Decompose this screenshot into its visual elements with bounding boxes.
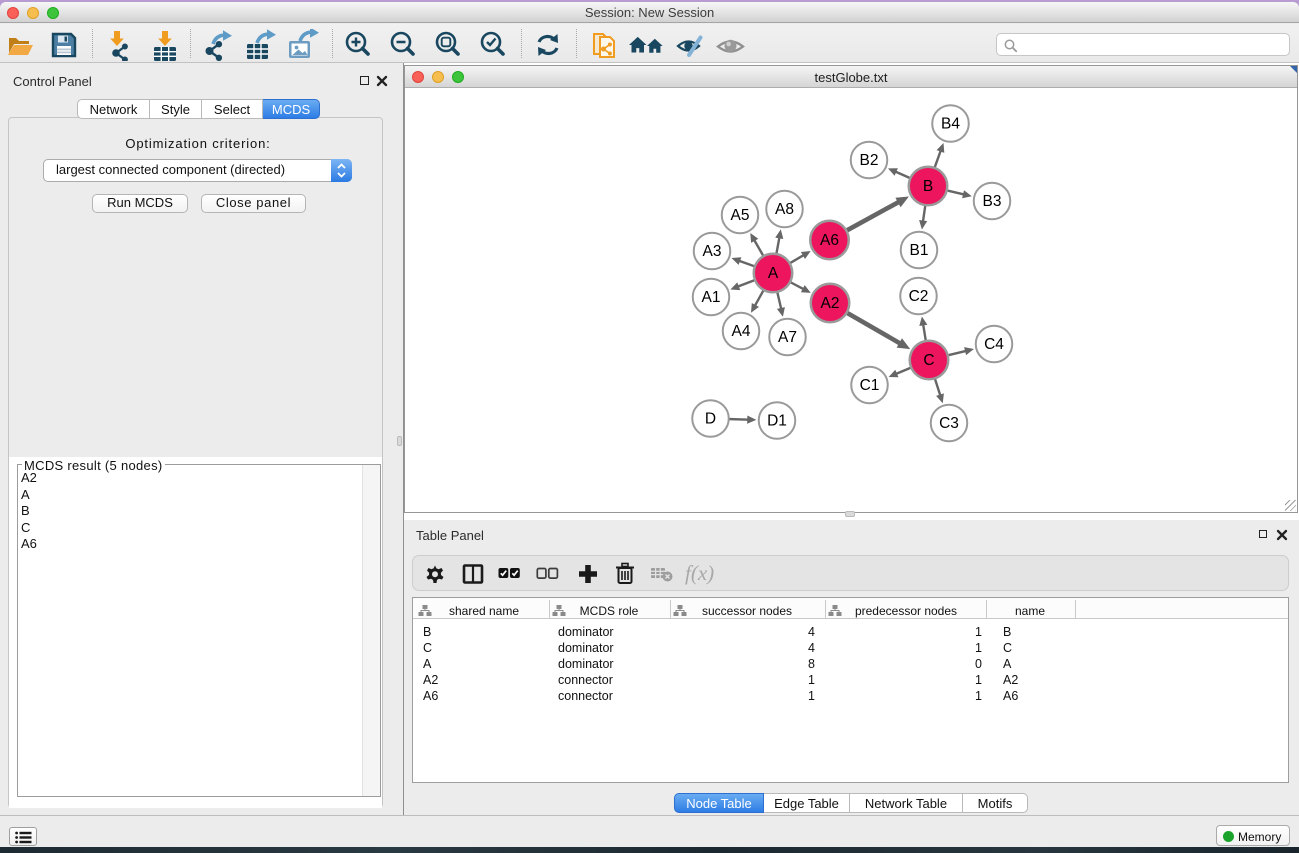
svg-text:B4: B4 bbox=[941, 116, 960, 133]
svg-text:A: A bbox=[768, 265, 779, 282]
svg-text:C2: C2 bbox=[909, 288, 929, 305]
svg-text:B1: B1 bbox=[910, 242, 929, 259]
svg-text:C4: C4 bbox=[984, 336, 1004, 353]
svg-text:A3: A3 bbox=[703, 243, 722, 260]
svg-text:A7: A7 bbox=[778, 329, 797, 346]
svg-text:A5: A5 bbox=[731, 207, 750, 224]
svg-text:A1: A1 bbox=[702, 289, 721, 306]
svg-text:D1: D1 bbox=[767, 413, 787, 430]
svg-text:A2: A2 bbox=[821, 295, 840, 312]
svg-text:C: C bbox=[923, 352, 934, 369]
svg-text:D: D bbox=[705, 411, 716, 428]
svg-text:B2: B2 bbox=[860, 152, 879, 169]
svg-text:C3: C3 bbox=[939, 415, 959, 432]
svg-text:B: B bbox=[923, 178, 933, 195]
svg-text:A4: A4 bbox=[732, 323, 751, 340]
svg-text:B3: B3 bbox=[983, 193, 1002, 210]
svg-text:A8: A8 bbox=[775, 201, 794, 218]
svg-text:A6: A6 bbox=[820, 232, 839, 249]
svg-text:C1: C1 bbox=[860, 377, 880, 394]
